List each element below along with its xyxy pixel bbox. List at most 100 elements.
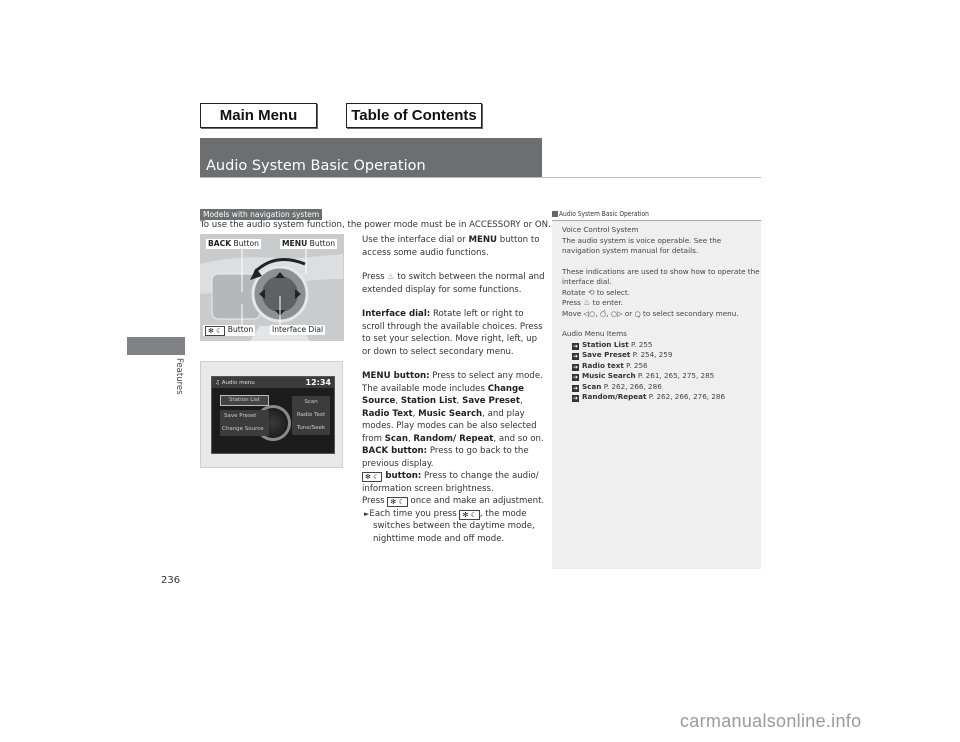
text-span: Each time you press: [369, 508, 460, 519]
reference-link[interactable]: ➔ Station List P. 255: [562, 340, 761, 351]
press-dial-icon: ♨: [387, 272, 395, 281]
bold-span: Station List: [400, 396, 457, 406]
bold-span: Save Preset: [462, 396, 520, 406]
bold-span: BACK button:: [362, 446, 428, 456]
reference-label: Station List: [582, 339, 629, 349]
music-note-icon: ♫: [215, 379, 220, 386]
section-label: Features: [174, 358, 184, 395]
press-instruction: Press ♨ to enter.: [562, 298, 761, 309]
screen-clock: 12:34: [305, 378, 331, 387]
text-span: to enter.: [590, 298, 623, 307]
brightness-button-callout: ✻ ☾ Button: [203, 325, 256, 336]
controls-illustration: BACK Button MENU Button ✻ ☾ Button Inter…: [200, 234, 344, 341]
bold-span: Music Search: [418, 408, 483, 419]
note-marker-icon: [552, 211, 558, 217]
brightness-icon: ✻ ☾: [459, 509, 480, 520]
title-divider: [200, 177, 761, 178]
reference-pages: P. 262, 266, 276, 286: [646, 392, 726, 401]
reference-link[interactable]: ➔ Radio text P. 256: [562, 361, 761, 372]
intro-text: To use the audio system function, the po…: [200, 220, 551, 230]
brightness-icon: ✻ ☾: [362, 472, 383, 482]
screen-header-left: ♫ Audio menu: [215, 380, 255, 386]
reference-pages: P. 256: [623, 360, 648, 370]
sidebar-body: Voice Control System The audio system is…: [552, 221, 761, 403]
reference-link[interactable]: ➔ Random/Repeat P. 262, 266, 276, 286: [562, 392, 761, 403]
screen-menu-item[interactable]: Tune/Seek: [292, 422, 330, 435]
callout-brightness-rest: Button: [225, 325, 254, 334]
paragraph-brightness-button: ✻ ☾ button: Press to change the audio/ i…: [362, 470, 548, 495]
reference-label: Scan: [582, 381, 602, 391]
main-menu-button[interactable]: Main Menu: [200, 103, 317, 128]
models-badge: Models with navigation system: [200, 209, 323, 220]
page-reference-icon: ➔: [572, 395, 579, 402]
reference-pages: P. 254, 259: [630, 350, 673, 359]
bold-span: MENU button:: [362, 371, 430, 381]
bold-span: Interface dial:: [362, 309, 431, 319]
text-span: Press: [362, 496, 388, 506]
bold-span: Scan: [384, 433, 408, 444]
voice-control-text: The audio system is voice operable. See …: [562, 235, 722, 256]
indications-text: These indications are used to show how t…: [562, 266, 760, 287]
paragraph-menu-button: MENU button: Press to select any mode. T…: [362, 370, 548, 445]
audio-menu-screenshot: ♫ Audio menu 12:34 Station List Save Pre…: [200, 361, 343, 468]
page-reference-icon: ➔: [572, 374, 579, 381]
reference-label: Music Search: [582, 371, 636, 380]
page-reference-icon: ➔: [572, 363, 579, 371]
screen-menu-item[interactable]: Change Source: [220, 423, 269, 436]
screen-menu-item[interactable]: Station List: [220, 395, 269, 406]
interface-dial-callout: Interface Dial: [270, 325, 326, 335]
body-text: Use the interface dial or MENU button to…: [362, 234, 548, 545]
sidebar-heading-text: Audio System Basic Operation: [559, 210, 649, 218]
paragraph-brightness-cycle: ►Each time you press ✻ ☾, the mode switc…: [362, 508, 548, 546]
screen-header: ♫ Audio menu 12:34: [212, 377, 334, 388]
rotate-dial-icon: ⟲: [587, 287, 595, 297]
reference-link[interactable]: ➔ Scan P. 262, 266, 286: [562, 382, 761, 393]
bold-span: Radio Text: [362, 408, 413, 419]
text-span: , and so on.: [493, 433, 544, 444]
move-instruction: Move ◁○, ○̂, ○▷ or ○̬ to select secondar…: [562, 308, 739, 318]
reference-label: Random/Repeat: [582, 392, 647, 401]
screen-menu-item[interactable]: Save Preset: [220, 410, 269, 423]
callout-back-bold: BACK: [208, 239, 232, 248]
page-reference-icon: ➔: [572, 342, 579, 350]
paragraph-display-toggle: Press ♨ to switch between the normal and…: [362, 271, 548, 296]
back-button-callout: BACK Button: [206, 239, 261, 249]
text-span: Press: [562, 298, 584, 307]
text-span: ,: [519, 396, 523, 406]
paragraph-interface-dial: Interface dial: Rotate left or right to …: [362, 308, 548, 358]
paragraph-menu-access: Use the interface dial or MENU button to…: [362, 234, 548, 259]
page-reference-icon: ➔: [572, 353, 579, 360]
menu-button-callout: MENU Button: [280, 239, 338, 249]
reference-link[interactable]: ➔ Save Preset P. 254, 259: [562, 350, 761, 361]
text-span: Press: [362, 272, 388, 282]
text-span: Rotate: [562, 287, 588, 297]
text-span: to select.: [594, 287, 630, 297]
reference-link[interactable]: ➔ Music Search P. 261, 265, 275, 285: [562, 371, 761, 382]
reference-label: Save Preset: [582, 350, 631, 359]
rotate-instruction: Rotate ⟲ to select.: [562, 288, 761, 299]
reference-pages: P. 262, 266, 286: [601, 381, 662, 391]
page-reference-icon: ➔: [572, 384, 579, 392]
bold-span: MENU: [468, 235, 498, 245]
audio-menu-screen: ♫ Audio menu 12:34 Station List Save Pre…: [211, 376, 335, 454]
text-span: Use the interface dial or: [362, 235, 469, 245]
screen-menu-item[interactable]: Scan: [292, 396, 330, 409]
watermark: carmanualsonline.info: [680, 711, 862, 731]
brightness-icon: ✻ ☾: [205, 326, 226, 336]
page-title: Audio System Basic Operation: [200, 138, 542, 178]
callout-menu-bold: MENU: [282, 239, 308, 248]
brightness-icon: ✻ ☾: [387, 497, 408, 507]
callout-menu-rest: Button: [307, 239, 336, 248]
voice-control-title: Voice Control System: [562, 225, 639, 234]
reference-label: Radio text: [582, 360, 624, 370]
paragraph-brightness-adjust: Press ✻ ☾ once and make an adjustment.: [362, 495, 548, 508]
table-of-contents-button[interactable]: Table of Contents: [346, 103, 482, 128]
section-tab-marker: [127, 337, 185, 355]
paragraph-back-button: BACK button: Press to go back to the pre…: [362, 445, 548, 470]
reference-pages: P. 255: [628, 339, 653, 349]
sidebar-note: Audio System Basic Operation Voice Contr…: [552, 209, 761, 569]
screen-left-menu: Station List Save Preset Change Source: [220, 395, 269, 436]
sidebar-heading: Audio System Basic Operation: [552, 209, 761, 221]
menu-items-title: Audio Menu Items: [562, 329, 627, 338]
screen-menu-item[interactable]: Radio Text: [292, 409, 330, 422]
